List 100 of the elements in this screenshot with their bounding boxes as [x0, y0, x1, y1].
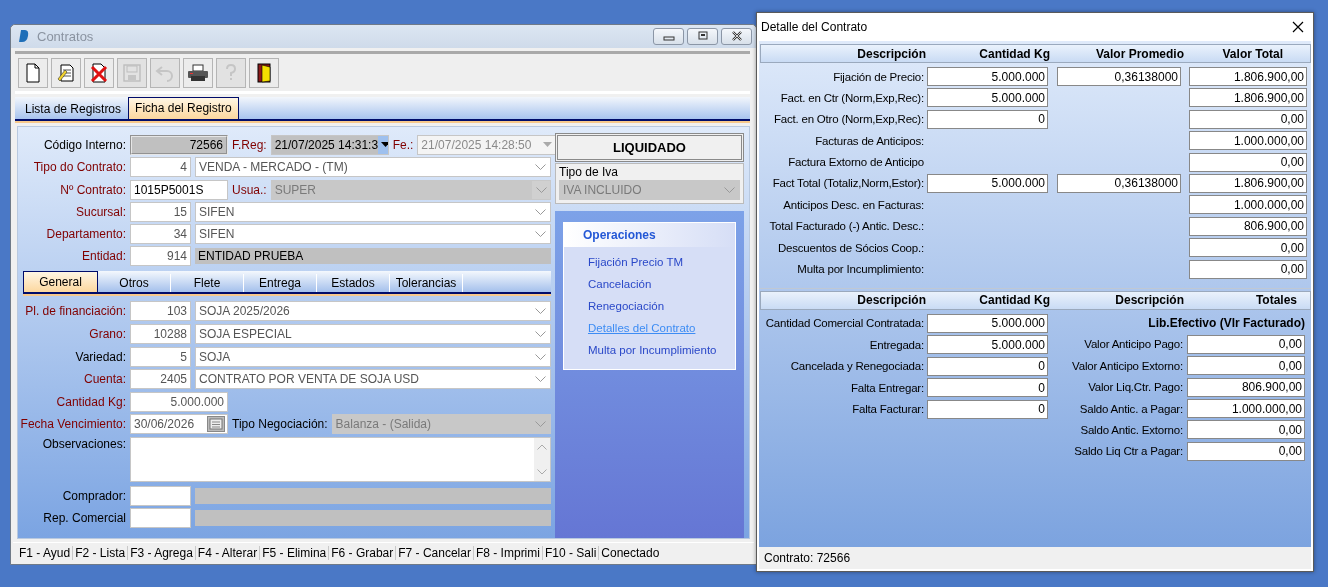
- field-label: Facturas de Anticipos:: [814, 134, 924, 147]
- field-label: Saldo Antic. a Pagar:: [1079, 402, 1183, 415]
- chevron-down-icon: [535, 376, 546, 383]
- status-badge: LIQUIDADO: [555, 132, 744, 162]
- status-text: F4 - Alterar: [195, 546, 261, 561]
- tab[interactable]: Flete: [171, 274, 244, 293]
- value-field: 0: [927, 356, 1048, 376]
- code-field[interactable]: 15: [130, 201, 191, 222]
- column-header: Descripción: [856, 46, 926, 61]
- dropdown[interactable]: CONTRATO POR VENTA DE SOJA USD: [195, 369, 551, 390]
- code-field[interactable]: [130, 485, 191, 506]
- value-field: 1.806.900,00: [1189, 67, 1307, 86]
- dropdown[interactable]: SOJA: [195, 346, 551, 367]
- status-text: Contrato: 72566: [764, 551, 851, 565]
- code-field[interactable]: [130, 508, 191, 529]
- value-field: 1.000.000,00: [1189, 131, 1307, 151]
- memo-field[interactable]: [130, 437, 551, 482]
- dropdown[interactable]: SOJA ESPECIAL: [195, 324, 551, 345]
- tab[interactable]: Entrega: [244, 274, 317, 293]
- dropdown-arrow-icon: [381, 142, 388, 148]
- column-header: Totales: [1254, 293, 1297, 307]
- close-button[interactable]: [721, 27, 752, 45]
- chevron-down-icon[interactable]: [537, 469, 547, 475]
- section-title: Lib.Efectivo (Vlr Facturado): [1148, 315, 1305, 332]
- code-field[interactable]: 34: [130, 224, 191, 245]
- document-icon: [24, 62, 42, 83]
- code-field[interactable]: 72566: [130, 134, 228, 155]
- new-document-button[interactable]: [18, 57, 48, 88]
- dropdown[interactable]: VENDA - MERCADO - (TM): [195, 157, 551, 178]
- tab[interactable]: Otros: [98, 274, 171, 293]
- scrollbar[interactable]: [534, 438, 550, 481]
- maximize-button[interactable]: [687, 27, 718, 45]
- value-field: 5.000.000: [927, 173, 1048, 193]
- value-field: 0,00: [1187, 356, 1305, 376]
- field-label: Total Facturado (-) Antic. Desc.:: [768, 220, 924, 233]
- link[interactable]: Cancelación: [588, 272, 652, 295]
- status-text: F10 - Sali: [542, 546, 600, 561]
- link[interactable]: Multa por Incumplimiento: [588, 338, 717, 361]
- code-field[interactable]: 10288: [130, 324, 191, 345]
- column-header: Descripción: [1114, 293, 1184, 307]
- tab[interactable]: Tolerancias: [390, 274, 463, 293]
- edit-document-button[interactable]: [51, 57, 81, 88]
- tab[interactable]: Lista de Registros: [19, 98, 128, 119]
- print-button[interactable]: [183, 57, 213, 88]
- field-label: Grano:: [88, 327, 126, 342]
- status-text: Conectado: [600, 546, 661, 561]
- value-field: 0: [927, 109, 1048, 129]
- quantity-field[interactable]: 5.000.000: [130, 391, 228, 412]
- date-picker[interactable]: 21/07/2025 14:31:3: [270, 134, 389, 155]
- tab[interactable]: Estados: [317, 274, 390, 293]
- chevron-down-icon: [535, 164, 546, 171]
- field-label: Anticipos Desc. en Facturas:: [782, 198, 924, 211]
- edit-document-icon: [56, 62, 76, 83]
- printer-icon: [187, 63, 209, 82]
- chevron-down-icon: [535, 353, 546, 360]
- link[interactable]: Renegociación: [588, 294, 665, 317]
- field-label: Comprador:: [61, 488, 126, 503]
- delete-button[interactable]: [84, 57, 114, 88]
- column-header: Descripción: [856, 293, 926, 307]
- value-field: 0,00: [1189, 238, 1307, 258]
- value-field: 1.806.900,00: [1189, 173, 1307, 193]
- field-label: Saldo Liq Ctr a Pagar:: [1074, 445, 1183, 458]
- value-field: 5.000.000: [927, 335, 1048, 355]
- text-field[interactable]: 1015P5001S: [130, 179, 228, 200]
- status-text: F7 - Cancelar: [396, 546, 474, 561]
- field-label: Sucursal:: [74, 204, 126, 219]
- minimize-button[interactable]: [653, 27, 684, 45]
- chevron-up-icon[interactable]: [537, 444, 547, 450]
- field-label: F.Reg:: [232, 137, 267, 152]
- dropdown[interactable]: SOJA 2025/2026: [195, 301, 551, 322]
- status-text: F2 - Lista: [73, 546, 129, 561]
- code-field[interactable]: 5: [130, 346, 191, 367]
- field-label: Valor Anticipo Pago:: [1084, 338, 1183, 351]
- column-header: Cantidad Kg: [978, 46, 1050, 61]
- field-label: Observaciones:: [41, 437, 126, 451]
- value-field: 0,00: [1187, 420, 1305, 440]
- code-field[interactable]: 103: [130, 301, 191, 322]
- code-field[interactable]: 2405: [130, 369, 191, 390]
- calendar-icon: [207, 416, 225, 433]
- value-field: 1.000.000,00: [1187, 399, 1305, 419]
- link[interactable]: Fijación Precio TM: [588, 250, 683, 273]
- value-field: 0: [927, 378, 1048, 398]
- date-field[interactable]: 30/06/2026: [130, 414, 228, 435]
- column-header: Cantidad Kg: [978, 293, 1050, 307]
- dropdown[interactable]: SIFEN: [195, 224, 551, 245]
- chevron-down-icon: [724, 186, 735, 193]
- field-label: Tipo de Iva: [559, 164, 619, 179]
- chevron-down-icon: [535, 186, 547, 193]
- exit-button[interactable]: [249, 57, 279, 88]
- field-label: Fecha Vencimiento:: [19, 417, 126, 432]
- field-label: Fe.:: [392, 137, 414, 152]
- close-icon[interactable]: [1292, 21, 1304, 33]
- tab[interactable]: Ficha del Registro: [128, 96, 239, 119]
- column-header: Valor Promedio: [1094, 46, 1184, 61]
- code-field[interactable]: 4: [130, 157, 191, 178]
- field-label: Rep. Comercial: [42, 511, 126, 526]
- tab[interactable]: General: [23, 271, 98, 293]
- field-label: Fact Total (Totaliz,Norm,Estor):: [771, 177, 924, 190]
- code-field[interactable]: 914: [130, 246, 191, 267]
- dropdown[interactable]: SIFEN: [195, 201, 551, 222]
